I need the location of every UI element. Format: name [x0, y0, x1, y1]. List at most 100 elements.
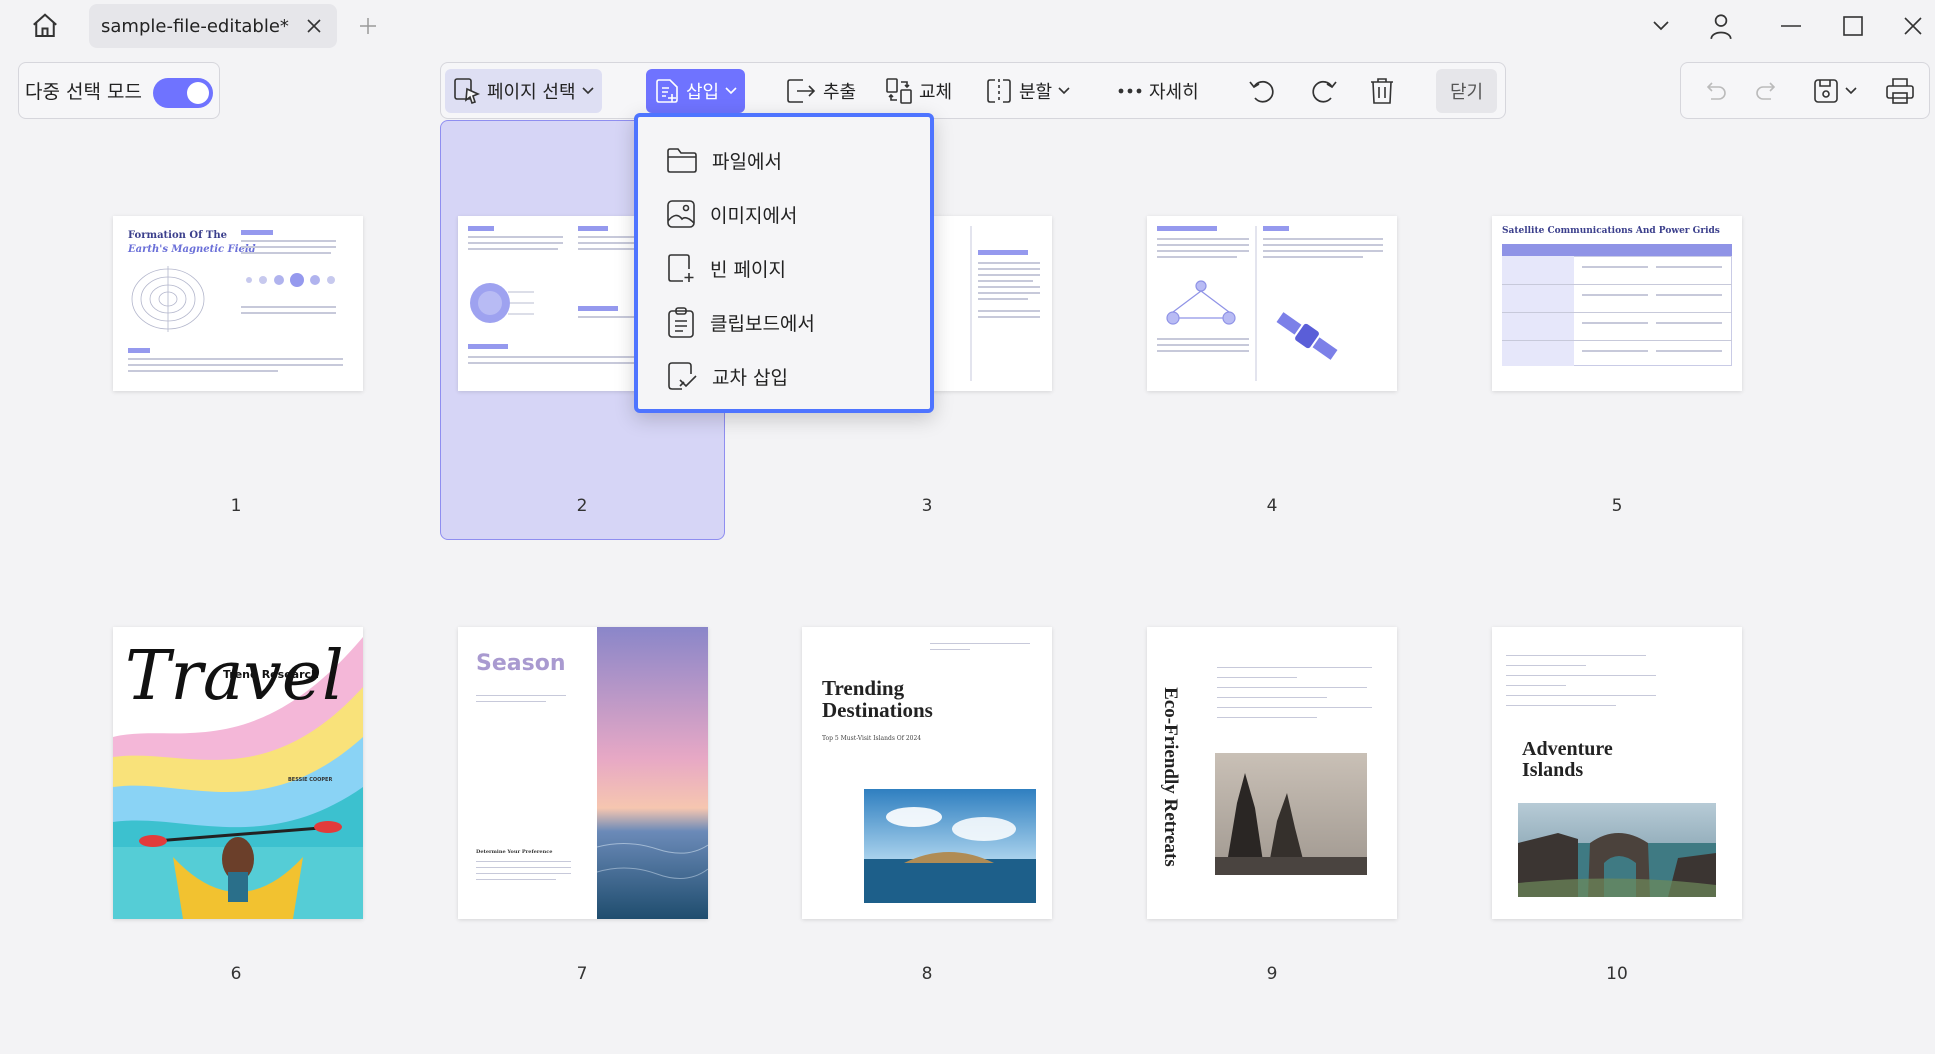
redo-button[interactable] [1747, 69, 1787, 113]
close-window-button[interactable] [1896, 10, 1930, 42]
multi-select-toggle[interactable] [153, 78, 213, 108]
extract-label: 추출 [823, 82, 857, 103]
page-thumbnail-5[interactable]: Satellite Communications And Power Grids [1492, 216, 1742, 391]
page-number-10: 10 [1606, 964, 1628, 984]
minimize-button[interactable] [1774, 10, 1808, 42]
account-button[interactable] [1704, 10, 1738, 42]
interleave-insert-item[interactable]: 교차 삽입 [666, 355, 788, 397]
satellite-icon [1276, 312, 1338, 360]
toggle-knob [187, 82, 209, 104]
tab-list-button[interactable] [1644, 10, 1678, 42]
page-6-author: BESSIE COOPER [288, 777, 333, 783]
undo-icon [1706, 82, 1726, 100]
chevron-down-icon [1058, 87, 1070, 95]
insert-label: 삽입 [686, 82, 720, 103]
insert-page-icon [656, 79, 678, 103]
right-toolbar [1680, 62, 1930, 119]
close-icon [307, 19, 321, 33]
minimize-icon [1781, 25, 1801, 27]
maximize-button[interactable] [1836, 10, 1870, 42]
replace-icon [886, 78, 912, 104]
close-button[interactable]: 닫기 [1436, 69, 1498, 113]
home-button[interactable] [28, 10, 62, 42]
plus-icon [360, 18, 376, 34]
insert-blank-page-item[interactable]: 빈 페이지 [666, 247, 786, 289]
page-7-title: Season [476, 651, 566, 676]
save-button[interactable] [1805, 69, 1865, 113]
new-tab-button[interactable] [354, 12, 382, 40]
more-dots-icon [1118, 88, 1142, 94]
rotate-right-button[interactable] [1301, 69, 1347, 113]
page-thumbnail-1[interactable]: Formation Of The Earth's Magnetic Field [113, 216, 363, 391]
planets-figure [246, 273, 335, 287]
split-button[interactable]: 분할 [977, 69, 1078, 113]
page-number-5: 5 [1611, 496, 1623, 516]
print-icon [1886, 78, 1914, 104]
redo-icon [1756, 82, 1776, 100]
page-thumbnail-4[interactable] [1147, 216, 1397, 391]
network-diagram [1166, 280, 1236, 325]
page-9-title: Eco-Friendly Retreats [1159, 687, 1181, 867]
split-label: 분할 [1019, 82, 1053, 103]
tab-close-button[interactable] [299, 11, 329, 41]
multi-select-label: 다중 선택 모드 [25, 81, 142, 103]
more-button[interactable]: 자세히 [1109, 69, 1207, 113]
insert-from-clipboard-item[interactable]: 클립보드에서 [666, 301, 815, 343]
page-1-subheading: Earth's Magnetic Field [128, 244, 256, 255]
interleave-insert-label: 교차 삽입 [712, 366, 788, 389]
page-select-button[interactable]: 페이지 선택 [445, 69, 602, 113]
replace-label: 교체 [919, 82, 953, 103]
chevron-down-icon [725, 87, 737, 95]
insert-from-clipboard-label: 클립보드에서 [710, 312, 815, 335]
magnetic-field-figure [131, 266, 205, 332]
insert-from-file-label: 파일에서 [712, 150, 782, 173]
close-label: 닫기 [1450, 82, 1484, 103]
interleave-icon [668, 362, 697, 390]
rock-stacks-photo [1215, 753, 1367, 875]
page-number-2: 2 [576, 496, 588, 516]
chevron-down-icon [1653, 21, 1669, 31]
page-thumbnail-6[interactable]: Travel Trend Research BESSIE COOPER [113, 627, 363, 919]
page-6-subtitle: Trend Research [223, 668, 319, 681]
chevron-down-icon [581, 87, 594, 95]
rotate-left-button[interactable] [1239, 69, 1285, 113]
blank-page-icon [668, 254, 694, 282]
save-icon [1814, 79, 1838, 103]
page-number-8: 8 [921, 964, 933, 984]
insert-from-image-item[interactable]: 이미지에서 [666, 193, 797, 235]
sea-arch-photo [1518, 803, 1716, 897]
planet-diagram [470, 283, 534, 323]
page-thumbnail-8[interactable]: Trending Destinations Top 5 Must-Visit I… [802, 627, 1052, 919]
print-button[interactable] [1877, 69, 1923, 113]
folder-icon [667, 148, 697, 173]
rotate-right-icon [1312, 80, 1337, 103]
split-icon [987, 79, 1011, 103]
insert-from-file-item[interactable]: 파일에서 [666, 139, 782, 181]
page-thumbnail-7[interactable]: Season Determine Your Preference [458, 627, 708, 919]
clipboard-icon [668, 307, 694, 338]
home-icon [33, 13, 57, 37]
title-bar: sample-file-editable* [0, 0, 1935, 52]
page-5-heading: Satellite Communications And Power Grids [1502, 226, 1720, 236]
replace-button[interactable]: 교체 [877, 69, 960, 113]
document-tab[interactable]: sample-file-editable* [89, 4, 337, 48]
insert-button[interactable]: 삽입 [646, 69, 746, 113]
delete-button[interactable] [1361, 69, 1403, 113]
extract-button[interactable]: 추출 [777, 69, 864, 113]
page-10-title: Adventure Islands [1522, 738, 1613, 781]
page-thumbnail-9[interactable]: Eco-Friendly Retreats [1147, 627, 1397, 919]
chevron-down-icon [1845, 87, 1857, 95]
undo-button[interactable] [1695, 69, 1735, 113]
page-thumbnail-10[interactable]: Adventure Islands [1492, 627, 1742, 919]
insert-from-image-label: 이미지에서 [710, 204, 798, 227]
main-toolbar: 페이지 선택 삽입 추출 교체 분할 자세히 닫기 [440, 62, 1506, 119]
extract-icon [787, 79, 816, 103]
multi-select-panel: 다중 선택 모드 [18, 62, 220, 119]
page-8-title: Trending Destinations [822, 676, 933, 723]
maximize-icon [1843, 16, 1863, 36]
cursor-select-icon [454, 78, 481, 105]
sunset-sea-image [597, 627, 708, 919]
tab-title: sample-file-editable* [101, 15, 289, 37]
user-icon [1710, 14, 1732, 40]
page-number-9: 9 [1266, 964, 1278, 984]
